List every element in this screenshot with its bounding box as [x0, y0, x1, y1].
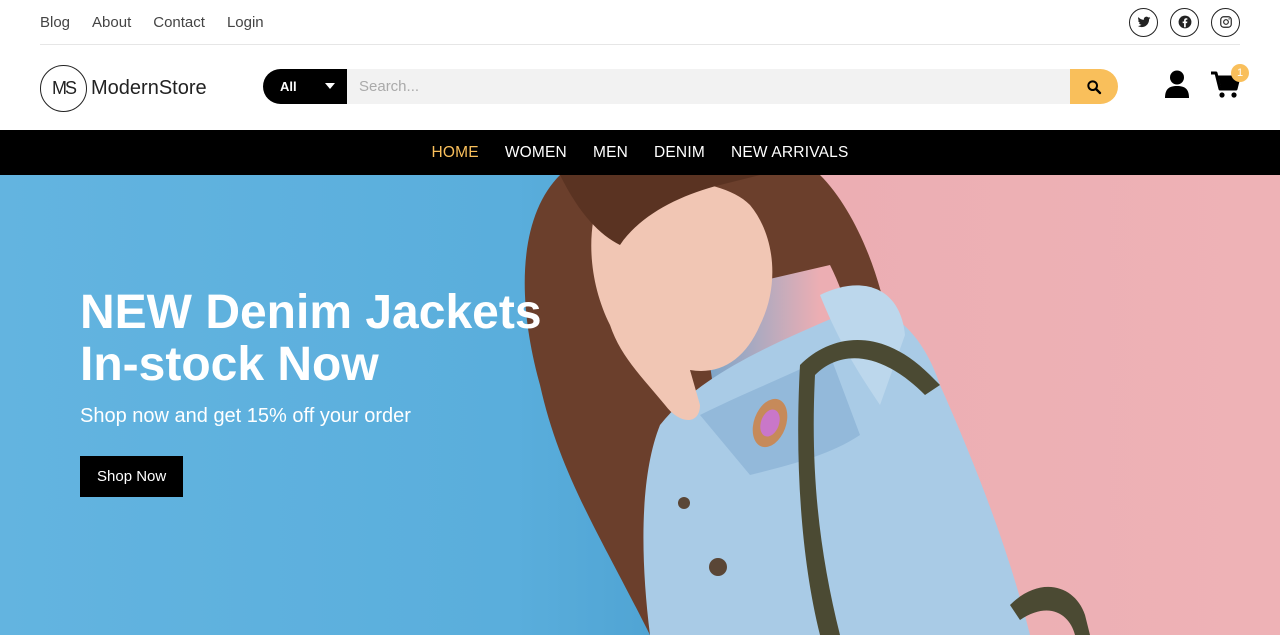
logo-text: ModernStore: [91, 76, 207, 99]
search-bar: All: [263, 69, 1118, 104]
user-account-icon[interactable]: [1164, 70, 1190, 98]
about-link[interactable]: About: [92, 14, 131, 31]
caret-down-icon: [325, 83, 335, 89]
nav-item-home[interactable]: HOME: [432, 144, 479, 162]
search-button[interactable]: [1070, 69, 1118, 104]
search-category-label: All: [280, 79, 297, 94]
login-link[interactable]: Login: [227, 14, 264, 31]
top-links: Blog About Contact Login: [40, 14, 264, 31]
cart-count-badge: 1: [1231, 64, 1249, 82]
nav-item-women[interactable]: WOMEN: [505, 144, 567, 162]
hero-content: NEW Denim Jackets In-stock Now Shop now …: [80, 287, 560, 497]
contact-link[interactable]: Contact: [153, 14, 205, 31]
hero-banner: NEW Denim Jackets In-stock Now Shop now …: [0, 175, 1280, 635]
search-input[interactable]: [347, 69, 1070, 104]
logo-mark: MS: [40, 64, 87, 112]
hero-title: NEW Denim Jackets In-stock Now: [80, 286, 542, 391]
blog-link[interactable]: Blog: [40, 14, 70, 31]
shop-now-button[interactable]: Shop Now: [80, 456, 184, 497]
logo[interactable]: MS ModernStore: [40, 64, 207, 112]
search-category-select[interactable]: All: [263, 69, 347, 104]
main-nav: HOME WOMEN MEN DENIM NEW ARRIVALS: [0, 130, 1280, 175]
hero-subtitle: Shop now and get 15% off your order: [80, 405, 411, 427]
top-bar: Blog About Contact Login: [40, 0, 1240, 45]
nav-item-denim[interactable]: DENIM: [654, 144, 705, 162]
facebook-icon[interactable]: [1170, 7, 1199, 37]
instagram-icon[interactable]: [1211, 7, 1240, 37]
search-icon: [1087, 79, 1102, 94]
nav-item-men[interactable]: MEN: [593, 144, 628, 162]
site-header: MS ModernStore All 1: [40, 46, 1249, 130]
social-links: [1129, 7, 1240, 37]
twitter-icon[interactable]: [1129, 7, 1158, 37]
nav-item-new-arrivals[interactable]: NEW ARRIVALS: [731, 144, 849, 162]
